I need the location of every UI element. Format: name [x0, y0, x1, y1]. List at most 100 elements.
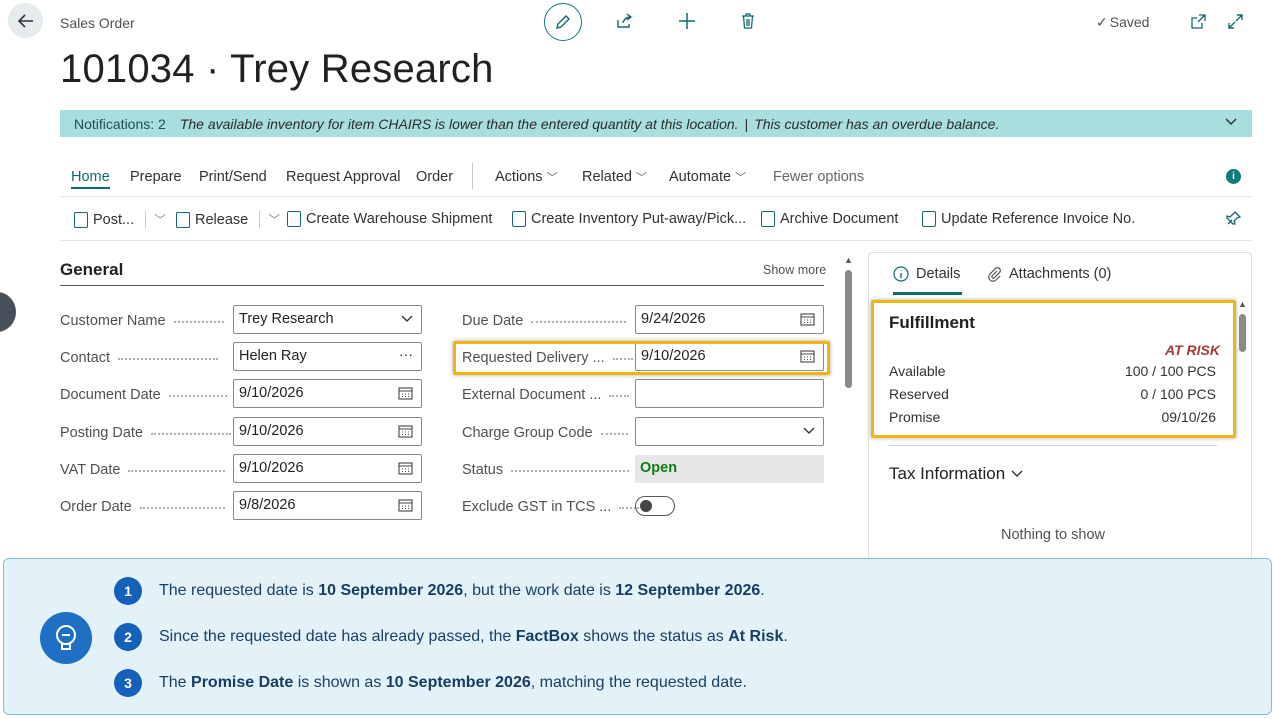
tab-prepare[interactable]: Prepare [130, 169, 182, 185]
divider [60, 240, 1252, 241]
customer-name-label: Customer Name [60, 313, 224, 329]
delete-button[interactable] [737, 10, 759, 32]
posting-date-field[interactable]: 9/10/2026 [233, 417, 422, 446]
calendar-icon[interactable] [398, 461, 413, 479]
chevron-down-icon [1011, 470, 1023, 477]
order-date-label-text: Order Date [60, 499, 132, 515]
create-warehouse-shipment-button[interactable]: Create Warehouse Shipment [287, 211, 492, 227]
create-warehouse-shipment-label: Create Warehouse Shipment [306, 211, 493, 227]
vat-date-field[interactable]: 9/10/2026 [233, 454, 422, 483]
charge-group-label: Charge Group Code [462, 425, 628, 441]
tab-print-send[interactable]: Print/Send [199, 169, 267, 185]
back-button[interactable] [8, 3, 43, 38]
tab-request-approval[interactable]: Request Approval [286, 169, 400, 185]
side-panel-handle[interactable] [0, 292, 16, 332]
vat-date-label-text: VAT Date [60, 462, 121, 478]
contact-value: Helen Ray [239, 348, 307, 364]
archive-document-button[interactable]: Archive Document [761, 211, 898, 227]
scrollbar-thumb[interactable] [1239, 314, 1246, 352]
callout-text: Since the requested date has already pas… [159, 628, 516, 645]
due-date-label-text: Due Date [462, 313, 524, 329]
update-reference-invoice-button[interactable]: Update Reference Invoice No. [922, 211, 1135, 227]
chevron-down-icon[interactable] [401, 312, 413, 328]
tax-information-header[interactable]: Tax Information [889, 464, 1024, 484]
posting-date-label: Posting Date [60, 425, 232, 441]
edit-button[interactable] [544, 3, 582, 41]
calendar-icon[interactable] [398, 498, 413, 516]
delete-icon [742, 13, 754, 29]
new-button[interactable] [676, 10, 698, 32]
attachment-icon [988, 266, 1001, 282]
calendar-icon[interactable] [398, 424, 413, 442]
contact-label: Contact [60, 350, 218, 366]
charge-group-field[interactable] [635, 417, 824, 446]
exclude-gst-toggle[interactable] [635, 496, 675, 516]
invoice-icon [922, 211, 936, 227]
archive-icon [761, 211, 775, 227]
pin-icon[interactable] [1226, 210, 1242, 231]
tab-details[interactable]: Details [893, 266, 960, 282]
section-title-general[interactable]: General [60, 260, 123, 280]
order-date-field[interactable]: 9/8/2026 [233, 491, 422, 520]
fewer-options-button[interactable]: Fewer options [773, 169, 864, 185]
vat-date-value: 9/10/2026 [239, 460, 304, 476]
step-number: 1 [114, 577, 142, 605]
share-button[interactable] [613, 10, 635, 32]
inventory-icon [512, 211, 526, 227]
posting-date-label-text: Posting Date [60, 425, 144, 441]
chevron-down-icon[interactable]: ﹀ [259, 211, 280, 228]
callout-text: , but the work date is [463, 582, 616, 599]
tab-automate[interactable]: Automate ﹀ [669, 169, 746, 185]
show-more-link[interactable]: Show more [763, 263, 826, 277]
calendar-icon[interactable] [800, 312, 815, 330]
back-arrow-icon [17, 13, 33, 28]
expand-button[interactable] [1224, 10, 1246, 32]
tab-home[interactable]: Home [71, 169, 110, 189]
callout-text: , matching the requested date. [530, 674, 747, 691]
post-icon [74, 211, 88, 228]
chevron-down-icon: ﹀ [635, 172, 647, 184]
tab-order[interactable]: Order [416, 169, 453, 185]
tab-actions[interactable]: Actions ﹀ [495, 169, 558, 185]
notification-count[interactable]: Notifications: 2 [74, 116, 166, 132]
breadcrumb[interactable]: Sales Order [60, 15, 135, 31]
customer-name-label-text: Customer Name [60, 313, 166, 329]
callout-text: The requested date is [159, 582, 319, 599]
info-icon [893, 266, 909, 282]
customer-name-field[interactable]: Trey Research [233, 305, 422, 334]
calendar-icon[interactable] [398, 386, 413, 404]
contact-field[interactable]: Helen Ray ··· [233, 342, 422, 371]
ellipsis-icon[interactable]: ··· [399, 346, 413, 362]
exclude-gst-label: Exclude GST in TCS ... [462, 499, 640, 515]
chevron-down-icon: ﹀ [735, 172, 747, 184]
post-button[interactable]: Post... ﹀ [74, 211, 166, 228]
scrollbar-thumb[interactable] [845, 270, 852, 388]
release-button[interactable]: Release ﹀ [176, 211, 280, 228]
chevron-down-icon[interactable] [803, 424, 815, 440]
divider [889, 445, 1217, 446]
exclude-gst-label-text: Exclude GST in TCS ... [462, 499, 612, 515]
checkmark-icon: ✓ [1096, 14, 1108, 30]
due-date-field[interactable]: 9/24/2026 [635, 305, 824, 334]
open-new-window-button[interactable] [1187, 10, 1209, 32]
info-icon[interactable]: i [1226, 169, 1241, 184]
highlight-box-fulfillment [871, 300, 1236, 438]
warehouse-icon [287, 211, 301, 227]
chevron-down-icon[interactable]: ﹀ [145, 211, 166, 228]
chevron-down-icon[interactable] [1224, 114, 1238, 131]
document-date-field[interactable]: 9/10/2026 [233, 379, 422, 408]
callout-bold-text: 10 September 2026 [318, 582, 464, 599]
tab-attachments[interactable]: Attachments (0) [987, 266, 1111, 282]
highlight-box-requested-delivery [453, 341, 830, 375]
external-document-field[interactable] [635, 379, 824, 408]
tax-information-title: Tax Information [889, 464, 1006, 483]
release-icon [176, 211, 190, 228]
scroll-up-arrow[interactable]: ▲ [844, 255, 853, 265]
scroll-up-arrow[interactable]: ▲ [1238, 299, 1247, 309]
notification-bar[interactable]: Notifications: 2 The available inventory… [60, 110, 1252, 137]
charge-group-label-text: Charge Group Code [462, 425, 593, 441]
tab-related[interactable]: Related ﹀ [582, 169, 647, 185]
create-inventory-putaway-button[interactable]: Create Inventory Put-away/Pick... [512, 211, 746, 227]
notification-message-inventory: The available inventory for item CHAIRS … [179, 115, 739, 132]
tab-divider [472, 163, 473, 189]
